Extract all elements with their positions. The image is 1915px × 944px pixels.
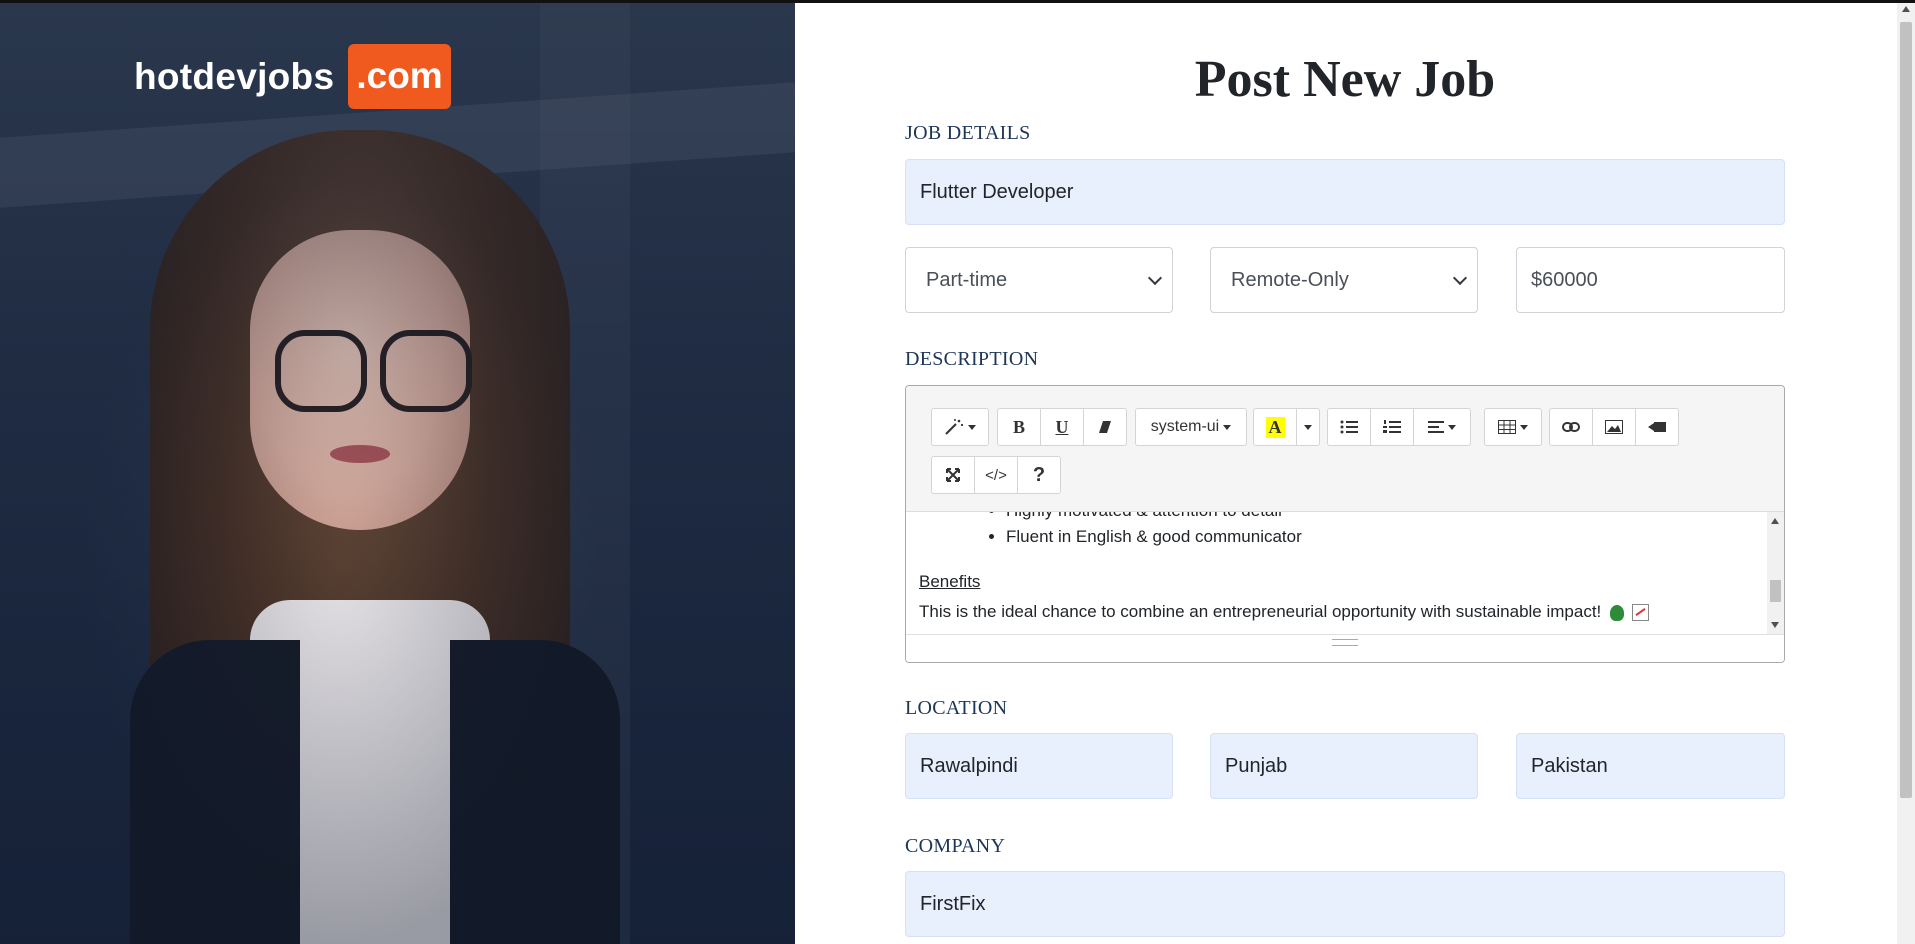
page-title: Post New Job	[1194, 51, 1496, 108]
chart-emoji-icon	[1631, 604, 1649, 622]
remote-select[interactable]: Remote-Only	[1210, 247, 1478, 313]
caret-down-icon	[1520, 424, 1528, 430]
province-input[interactable]: Punjab	[1210, 733, 1478, 799]
insert-link-button[interactable]	[1549, 408, 1593, 446]
benefits-text: This is the ideal chance to combine an e…	[919, 602, 1602, 621]
code-view-button[interactable]: </>	[974, 456, 1018, 494]
magic-style-button[interactable]	[931, 408, 989, 446]
insert-video-button[interactable]	[1635, 408, 1679, 446]
eraser-icon	[1099, 421, 1111, 433]
brand-logo[interactable]: hotdevjobs .com	[134, 44, 451, 109]
unordered-list-button[interactable]	[1327, 408, 1371, 446]
video-icon	[1648, 422, 1666, 432]
font-family-value: system-ui	[1150, 418, 1220, 435]
caret-down-icon	[1304, 424, 1312, 430]
editor-scrollbar[interactable]	[1767, 512, 1784, 634]
hero-panel: hotdevjobs .com	[0, 0, 795, 944]
highlight-color-button[interactable]: A	[1253, 408, 1297, 446]
editor-scroll-thumb[interactable]	[1770, 580, 1781, 602]
grip-icon	[1332, 639, 1358, 646]
caret-down-icon	[1223, 424, 1232, 430]
editor-resize-handle[interactable]	[906, 634, 1784, 662]
post-job-form: Post New Job JOB DETAILS Flutter Develop…	[795, 0, 1895, 944]
job-type-value: Part-time	[926, 268, 1008, 291]
job-type-select[interactable]: Part-time	[905, 247, 1173, 313]
ordered-list-button[interactable]	[1370, 408, 1414, 446]
highlight-icon: A	[1265, 416, 1285, 438]
remote-value: Remote-Only	[1231, 268, 1349, 291]
country-input[interactable]: Pakistan	[1516, 733, 1785, 799]
page-scrollbar[interactable]	[1897, 0, 1915, 944]
magic-wand-icon	[945, 419, 964, 435]
font-family-dropdown[interactable]: system-ui	[1135, 408, 1247, 446]
chevron-down-icon	[1147, 270, 1163, 286]
editor-toolbar: B U system-ui A </> ?	[906, 386, 1784, 512]
table-icon	[1498, 420, 1516, 434]
section-label-company: COMPANY	[905, 835, 1006, 857]
scroll-up-icon[interactable]	[1902, 6, 1910, 12]
page-scroll-thumb[interactable]	[1900, 22, 1912, 798]
list-item: Fluent in English & good communicator	[1006, 524, 1302, 550]
window-top-border	[0, 0, 1915, 3]
scroll-up-icon[interactable]	[1771, 518, 1779, 524]
city-input[interactable]: Rawalpindi	[905, 733, 1173, 799]
list-item: Highly motivated & attention to detail	[1006, 512, 1282, 524]
align-left-icon	[1428, 421, 1444, 433]
section-label-location: LOCATION	[905, 697, 1008, 719]
company-name-input[interactable]: FirstFix	[905, 871, 1785, 937]
tree-emoji-icon	[1610, 604, 1625, 621]
insert-image-button[interactable]	[1592, 408, 1636, 446]
hero-overlay	[0, 0, 795, 944]
bullet-list-icon	[1340, 420, 1358, 434]
job-title-input[interactable]: Flutter Developer	[905, 159, 1785, 225]
chevron-down-icon	[1452, 270, 1468, 286]
brand-tld-badge: .com	[348, 44, 451, 109]
editor-content[interactable]: Highly motivated & attention to detail F…	[906, 512, 1766, 634]
clear-format-button[interactable]	[1083, 408, 1127, 446]
benefits-heading: Benefits	[919, 572, 981, 591]
section-label-description: DESCRIPTION	[905, 348, 1039, 370]
section-label-job-details: JOB DETAILS	[905, 122, 1031, 144]
help-button[interactable]: ?	[1017, 456, 1061, 494]
salary-input[interactable]: $60000	[1516, 247, 1785, 313]
description-editor: B U system-ui A </> ? • • Fluent in Engl…	[905, 385, 1785, 663]
paragraph-align-button[interactable]	[1413, 408, 1471, 446]
numbered-list-icon	[1383, 420, 1401, 433]
fullscreen-button[interactable]	[931, 456, 975, 494]
fullscreen-icon	[946, 468, 960, 482]
table-button[interactable]	[1484, 408, 1542, 446]
caret-down-icon	[968, 424, 976, 430]
image-icon	[1605, 420, 1623, 434]
underline-button[interactable]: U	[1040, 408, 1084, 446]
link-icon	[1562, 422, 1580, 432]
highlight-color-dropdown[interactable]	[1296, 408, 1320, 446]
brand-name: hotdevjobs	[134, 55, 335, 97]
scroll-down-icon[interactable]	[1771, 622, 1779, 628]
benefits-paragraph: This is the ideal chance to combine an e…	[919, 602, 1649, 622]
bold-button[interactable]: B	[997, 408, 1041, 446]
caret-down-icon	[1448, 424, 1456, 430]
